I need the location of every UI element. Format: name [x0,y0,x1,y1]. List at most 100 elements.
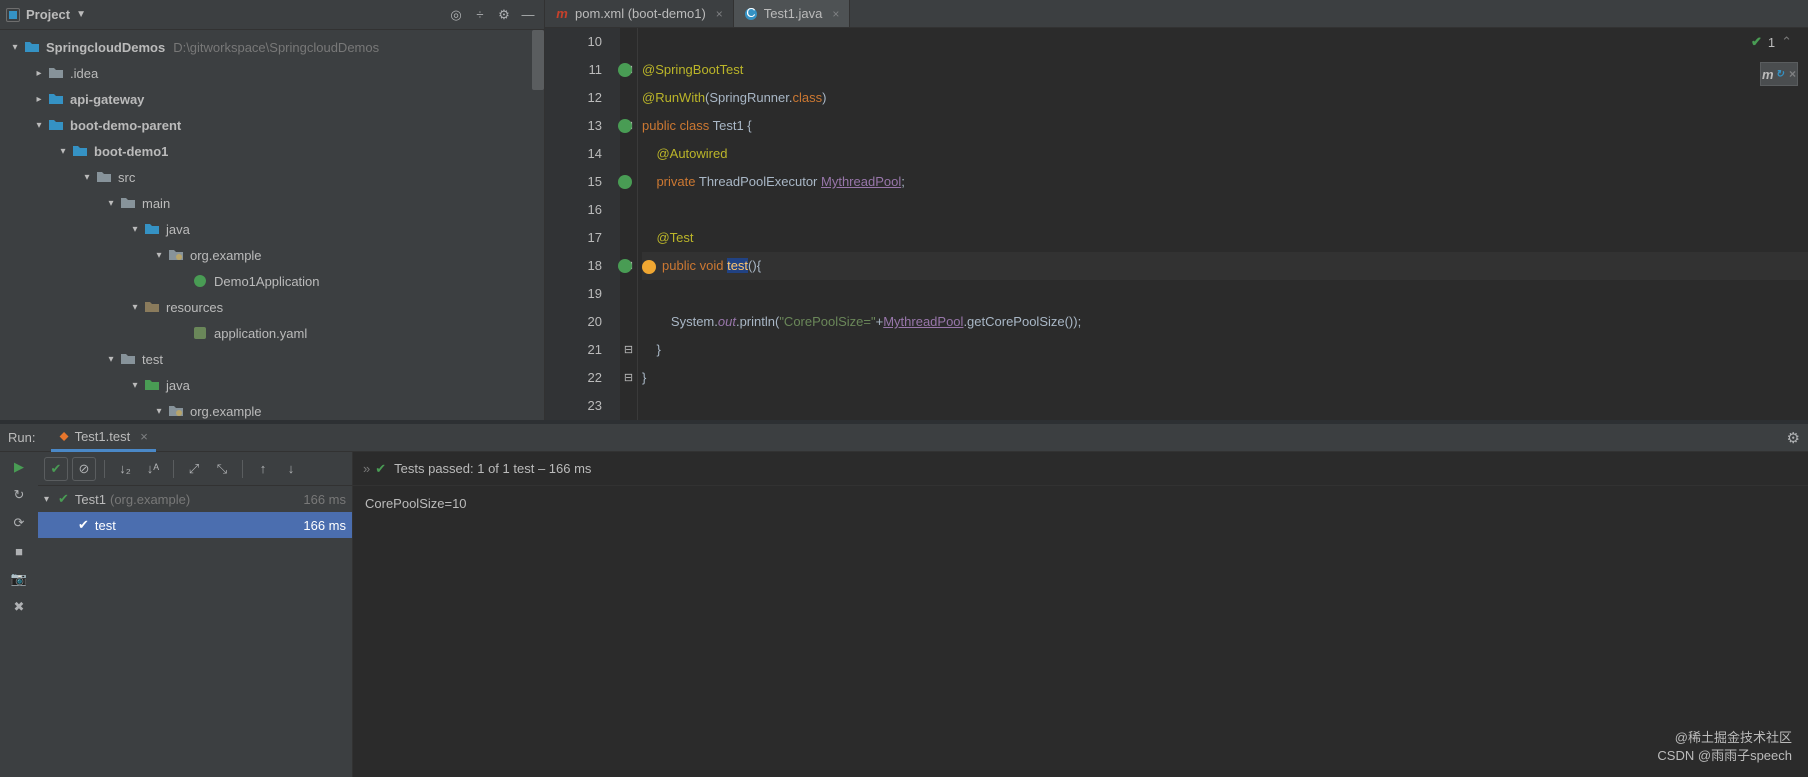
tree-node-demo1[interactable]: ▾ boot-demo1 [0,138,544,164]
tab-label: pom.xml (boot-demo1) [575,6,706,21]
run-gutter-icon[interactable] [618,175,632,189]
rerun-icon[interactable]: ▶ [10,458,28,476]
folder-icon [48,65,64,81]
toggle-auto-icon[interactable]: ⟳ [10,514,28,532]
chevron-down-icon[interactable]: ▾ [152,406,166,417]
chevron-down-icon[interactable]: ▾ [44,494,58,505]
close-icon[interactable]: × [716,7,723,21]
tree-node-app[interactable]: Demo1Application [0,268,544,294]
source-folder-icon [144,221,160,237]
expand-icon[interactable]: ⤢ [182,457,206,481]
tree-node-parent[interactable]: ▾ boot-demo-parent [0,112,544,138]
tree-label: api-gateway [70,92,144,107]
sort-icon[interactable]: ↓₂ [113,457,137,481]
fold-column[interactable]: ⊟⊟⊟⊟⊟ [620,28,638,420]
prev-icon[interactable]: ↑ [251,457,275,481]
spring-class-icon [192,273,208,289]
chevron-down-icon[interactable]: ▾ [152,250,166,261]
chevron-down-icon[interactable]: ▾ [56,146,70,157]
hide-icon[interactable]: — [518,5,538,25]
settings-icon[interactable]: ⚙ [1787,429,1800,447]
tree-node-api[interactable]: ▸ api-gateway [0,86,544,112]
test-folder-icon [144,377,160,393]
intention-bulb-icon[interactable] [642,260,656,274]
collapse-icon[interactable]: ⤡ [210,457,234,481]
run-gutter-icon[interactable] [618,259,632,273]
pass-icon: ✔ [78,517,89,533]
collapse-icon[interactable]: ÷ [470,5,490,25]
tree-root[interactable]: ▾ SpringcloudDemos D:\gitworkspace\Sprin… [0,34,544,60]
locate-icon[interactable]: ◎ [446,5,466,25]
resources-folder-icon [144,299,160,315]
dropdown-icon[interactable]: ▼ [76,9,86,20]
console-output[interactable]: CorePoolSize=10 @稀土掘金技术社区 CSDN @雨雨子speec… [353,486,1808,777]
module-icon [72,143,88,159]
close-icon[interactable]: × [140,429,148,444]
test-tree[interactable]: ▾ ✔ Test1 (org.example) 166 ms ✔ test 16… [38,486,352,777]
show-passed-icon[interactable]: ✔ [44,457,68,481]
tree-node-test[interactable]: ▾ test [0,346,544,372]
run-tab[interactable]: ⬥ Test1.test × [51,424,155,452]
chevron-down-icon[interactable]: ▾ [80,172,94,183]
settings-icon[interactable]: ⚙ [494,5,514,25]
tree-node-idea[interactable]: ▸ .idea [0,60,544,86]
project-label: Project [26,7,70,22]
tree-node-main[interactable]: ▾ main [0,190,544,216]
chevron-down-icon[interactable]: ▾ [128,224,142,235]
history-icon[interactable]: » [363,461,367,476]
folder-icon [120,195,136,211]
tree-node-java1[interactable]: ▾ java [0,216,544,242]
svg-text:C: C [746,7,755,20]
test-row-class[interactable]: ▾ ✔ Test1 (org.example) 166 ms [38,486,352,512]
tree-node-yaml[interactable]: application.yaml [0,320,544,346]
project-view-icon [6,8,20,22]
chevron-right-icon[interactable]: ▸ [32,68,46,79]
test-row-method[interactable]: ✔ test 166 ms [38,512,352,538]
chevron-down-icon[interactable]: ▾ [32,120,46,131]
tab-pom[interactable]: m pom.xml (boot-demo1) × [545,0,734,27]
project-tree[interactable]: ▾ SpringcloudDemos D:\gitworkspace\Sprin… [0,30,544,420]
tab-test1[interactable]: C Test1.java × [734,0,851,27]
tree-label: SpringcloudDemos [46,40,165,55]
pass-icon: ✔ [375,461,386,477]
tree-node-pkg2[interactable]: ▾ org.example [0,398,544,420]
dump-icon[interactable]: 📷 [10,570,28,588]
chevron-down-icon[interactable]: ▾ [128,302,142,313]
line-gutter[interactable]: 1011121314151617181920212223 [545,28,620,420]
chevron-down-icon[interactable]: ▾ [104,354,118,365]
package-icon [168,247,184,263]
tree-label: test [142,352,163,367]
code-content[interactable]: @SpringBootTest @RunWith(SpringRunner.cl… [638,28,1808,420]
next-icon[interactable]: ↓ [279,457,303,481]
stop-icon[interactable]: ■ [10,542,28,560]
rerun-failed-icon[interactable]: ↻ [10,486,28,504]
chevron-down-icon[interactable]: ▾ [104,198,118,209]
tree-node-res[interactable]: ▾ resources [0,294,544,320]
folder-icon [96,169,112,185]
tree-label: org.example [190,404,262,419]
show-ignored-icon[interactable]: ⊘ [72,457,96,481]
tree-node-src[interactable]: ▾ src [0,164,544,190]
close-icon[interactable]: × [832,7,839,21]
tree-label: src [118,170,135,185]
tree-label: java [166,378,190,393]
scrollbar-thumb[interactable] [532,30,544,90]
tab-label: Test1.java [764,6,823,21]
test-icon: ⬥ [59,428,68,444]
tree-node-pkg1[interactable]: ▾ org.example [0,242,544,268]
spring-gutter-icon[interactable] [618,63,632,77]
project-header[interactable]: Project ▼ ◎ ÷ ⚙ — [0,0,544,30]
run-title: Run: [8,430,35,445]
exit-icon[interactable]: ✖ [10,598,28,616]
sort-alpha-icon[interactable]: ↓ᴬ [141,457,165,481]
chevron-down-icon[interactable]: ▾ [8,42,22,53]
tree-node-java2[interactable]: ▾ java [0,372,544,398]
run-gutter-icon[interactable] [618,119,632,133]
tree-label: .idea [70,66,98,81]
console-line: CorePoolSize=10 [365,496,467,511]
code-editor[interactable]: 1011121314151617181920212223 ⊟⊟⊟⊟⊟ @Spri… [545,28,1808,420]
chevron-down-icon[interactable]: ▾ [128,380,142,391]
chevron-right-icon[interactable]: ▸ [32,94,46,105]
module-icon [24,39,40,55]
project-tool-window: Project ▼ ◎ ÷ ⚙ — ▾ SpringcloudDemos D:\… [0,0,545,420]
